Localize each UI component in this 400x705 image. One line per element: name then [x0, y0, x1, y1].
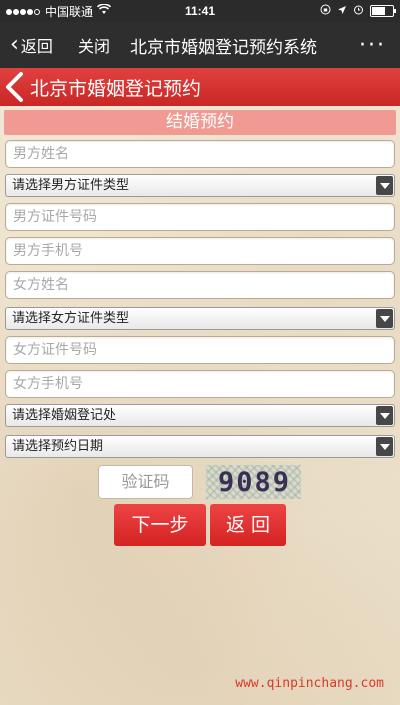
female-id-number-field[interactable]: 女方证件号码	[5, 336, 395, 364]
captcha-image[interactable]: 9089	[206, 465, 301, 499]
section-title: 结婚预约	[4, 110, 396, 135]
rotation-lock-icon	[320, 4, 331, 18]
female-id-type-select[interactable]: 请选择女方证件类型	[5, 307, 395, 330]
captcha-code: 9089	[218, 467, 292, 498]
nav-back-label: 返回	[20, 37, 53, 56]
app-navbar: ‹ 返回 关闭 北京市婚姻登记预约系统 ···	[0, 22, 400, 68]
male-id-type-select[interactable]: 请选择男方证件类型	[5, 174, 395, 197]
nav-title: 北京市婚姻登记预约系统	[130, 37, 317, 58]
page-title: 北京市婚姻登记预约	[30, 77, 202, 100]
dropdown-arrow-icon	[376, 309, 393, 328]
female-name-field[interactable]: 女方姓名	[5, 271, 395, 299]
registry-office-select[interactable]: 请选择婚姻登记处	[5, 404, 395, 427]
female-id-type-value: 请选择女方证件类型	[12, 311, 130, 326]
male-id-number-field[interactable]: 男方证件号码	[5, 203, 395, 231]
male-name-field[interactable]: 男方姓名	[5, 140, 395, 168]
nav-close-button[interactable]: 关闭	[78, 33, 110, 57]
return-button[interactable]: 返 回	[210, 504, 286, 546]
chevron-left-icon: ‹	[10, 32, 19, 57]
page-header: 北京市婚姻登记预约	[0, 68, 400, 106]
appointment-date-value: 请选择预约日期	[12, 439, 104, 454]
captcha-input[interactable]: 验证码	[98, 465, 193, 499]
male-phone-field[interactable]: 男方手机号	[5, 237, 395, 265]
dropdown-arrow-icon	[376, 176, 393, 195]
more-menu-button[interactable]: ···	[359, 33, 386, 58]
male-id-type-value: 请选择男方证件类型	[12, 178, 130, 193]
battery-icon	[370, 5, 396, 17]
alarm-icon	[353, 4, 364, 18]
dropdown-arrow-icon	[376, 406, 393, 425]
registry-office-value: 请选择婚姻登记处	[12, 408, 117, 423]
female-phone-field[interactable]: 女方手机号	[5, 370, 395, 398]
watermark: www.qinpinchang.com	[235, 676, 384, 691]
next-step-button[interactable]: 下一步	[114, 504, 206, 546]
back-arrow-icon[interactable]	[2, 71, 32, 103]
location-icon	[337, 4, 347, 18]
dropdown-arrow-icon	[376, 437, 393, 456]
status-bar: 中国联通 11:41	[0, 0, 400, 22]
nav-back-button[interactable]: ‹ 返回	[10, 33, 53, 57]
appointment-date-select[interactable]: 请选择预约日期	[5, 435, 395, 458]
